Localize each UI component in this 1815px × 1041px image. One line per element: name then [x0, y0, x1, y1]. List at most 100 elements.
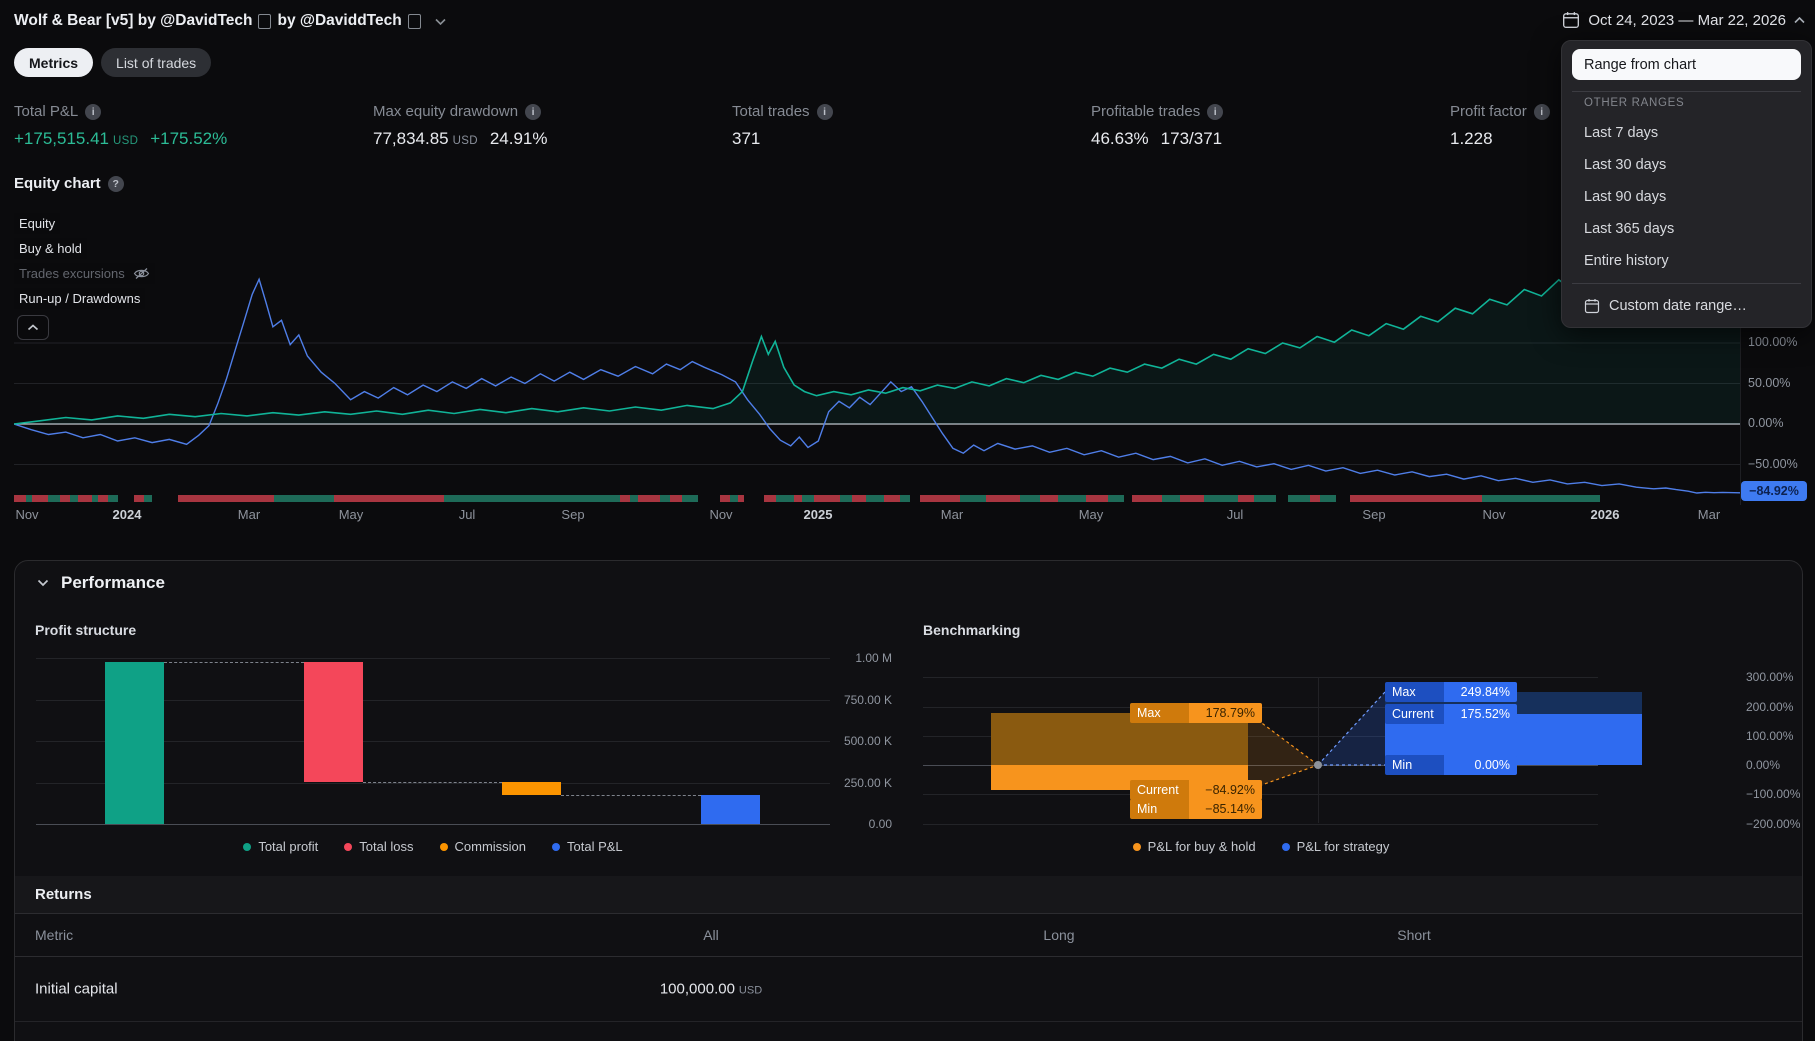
legend-dot	[1281, 842, 1290, 851]
tab-metrics[interactable]: Metrics	[14, 48, 94, 77]
winning-trade-marker	[1288, 495, 1310, 502]
help-icon[interactable]: ?	[107, 175, 124, 192]
metric-value: 371	[732, 129, 761, 148]
trade-markers-strip	[14, 495, 1600, 502]
column-metric: Metric	[35, 926, 74, 943]
bar-commission	[502, 782, 561, 795]
losing-trade-marker	[1132, 495, 1162, 502]
menu-item-range-from-chart[interactable]: Range from chart	[1572, 49, 1801, 80]
losing-trade-marker	[134, 495, 144, 502]
info-icon[interactable]: i	[85, 103, 102, 120]
legend-dot	[344, 842, 353, 851]
winning-trade-marker	[144, 495, 152, 502]
gridline	[36, 741, 830, 742]
table-row[interactable]: Initial capital 100,000.00 USD	[15, 956, 1802, 1022]
winning-trade-marker	[1482, 495, 1600, 502]
y-axis-label: 500.00 K	[843, 734, 892, 748]
x-axis-label: Mar	[1697, 507, 1721, 522]
metric-unit: USD	[452, 135, 478, 147]
losing-trade-marker	[794, 495, 802, 502]
legend-item: Total loss	[344, 839, 414, 854]
chevron-up-icon	[27, 324, 39, 331]
winning-trade-marker	[840, 495, 852, 502]
metric-unit: USD	[113, 135, 139, 147]
equity-chart-title: Equity chart?	[14, 175, 124, 192]
gridline	[923, 765, 1598, 766]
menu-item-last-30-days[interactable]: Last 30 days	[1562, 149, 1811, 181]
winning-trade-marker	[776, 495, 794, 502]
legend-trades-excursions[interactable]: Trades excursions	[14, 263, 155, 284]
losing-trade-marker	[178, 495, 274, 502]
legend-item: Total profit	[243, 839, 318, 854]
menu-divider	[1572, 91, 1801, 92]
equity-x-axis[interactable]: Nov 2024 Mar May Jul Sep Nov 2025 Mar May Jul Sep No…	[14, 507, 1740, 527]
buy-hold-max-range	[991, 712, 1248, 765]
equity-chart[interactable]	[14, 215, 1741, 505]
table-row[interactable]: Open P&L0USD	[15, 1021, 1802, 1041]
losing-trade-marker	[1086, 495, 1108, 502]
losing-trade-marker	[1310, 495, 1320, 502]
losing-trade-marker	[670, 495, 682, 502]
waterfall-connector	[164, 662, 304, 663]
y-axis-label: −200.00%	[1746, 816, 1801, 831]
x-axis-label: May	[338, 507, 364, 522]
info-icon[interactable]: i	[525, 103, 542, 120]
legend-buy-and-hold[interactable]: Buy & hold	[14, 238, 87, 259]
strategy-title[interactable]: Wolf & Bear [v5] by @DavidTech by @David…	[14, 12, 446, 30]
tab-list-of-trades[interactable]: List of trades	[101, 48, 212, 77]
column-all: All	[703, 926, 719, 943]
x-axis-label: Mar	[237, 507, 261, 522]
menu-item-entire-history[interactable]: Entire history	[1562, 245, 1811, 277]
losing-trade-marker	[920, 495, 960, 502]
info-icon[interactable]: i	[1533, 103, 1550, 120]
returns-section-header: Returns	[15, 876, 1802, 914]
returns-table-header: Metric All Long Short	[15, 913, 1802, 957]
menu-section-label: OTHER RANGES	[1584, 97, 1685, 109]
menu-item-last-90-days[interactable]: Last 90 days	[1562, 181, 1811, 213]
strategy-current-range	[1385, 713, 1642, 765]
menu-item-custom-date-range[interactable]: Custom date range…	[1562, 289, 1811, 323]
profit-structure-legend: Total profit Total loss Commission Total P&…	[35, 839, 831, 854]
winning-trade-marker	[1254, 495, 1276, 502]
winning-trade-marker	[900, 495, 910, 502]
winning-trade-marker	[630, 495, 638, 502]
buy-hold-current-badge: Current −84.92%	[1130, 779, 1262, 800]
gridline	[923, 794, 1598, 796]
losing-trade-marker	[884, 495, 900, 502]
x-axis-label: 2025	[803, 507, 833, 522]
menu-divider	[1572, 283, 1801, 284]
winning-trade-marker	[866, 495, 884, 502]
winning-trade-marker	[274, 495, 334, 502]
legend-runup-drawdowns[interactable]: Run-up / Drawdowns	[14, 288, 146, 309]
winning-trade-marker	[1320, 495, 1336, 502]
profit-structure-title: Profit structure	[35, 622, 137, 638]
losing-trade-marker	[334, 495, 444, 502]
losing-trade-marker	[1238, 495, 1254, 502]
legend-equity[interactable]: Equity	[14, 213, 61, 234]
losing-trade-marker	[814, 495, 840, 502]
gridline	[36, 658, 830, 659]
x-axis-label: Mar	[940, 507, 964, 522]
y-axis-label: 100.00%	[1746, 728, 1794, 743]
strategy-title-suffix: by @DaviddTech	[277, 12, 402, 29]
info-icon[interactable]: i	[816, 103, 833, 120]
legend-item: Commission	[439, 839, 526, 854]
waterfall-connector	[363, 782, 502, 784]
info-icon[interactable]: i	[1207, 103, 1224, 120]
collapse-legend-button[interactable]	[17, 315, 49, 340]
column-long: Long	[1043, 926, 1075, 943]
date-range-button[interactable]: Oct 24, 2023 — Mar 22, 2026	[1562, 11, 1805, 29]
menu-item-last-365-days[interactable]: Last 365 days	[1562, 213, 1811, 245]
legend-dot	[439, 842, 448, 851]
menu-item-last-7-days[interactable]: Last 7 days	[1562, 117, 1811, 149]
x-axis-label: 2026	[1590, 507, 1620, 522]
metric-total-pnl: Total P&L i +175,515.41 USD +175.52%	[14, 103, 354, 149]
performance-section-toggle[interactable]: Performance	[37, 573, 165, 593]
losing-trade-marker	[720, 495, 730, 502]
legend-item: Total P&L	[552, 839, 623, 854]
performance-card: Performance Profit structure Benchmarkin…	[14, 560, 1803, 1041]
